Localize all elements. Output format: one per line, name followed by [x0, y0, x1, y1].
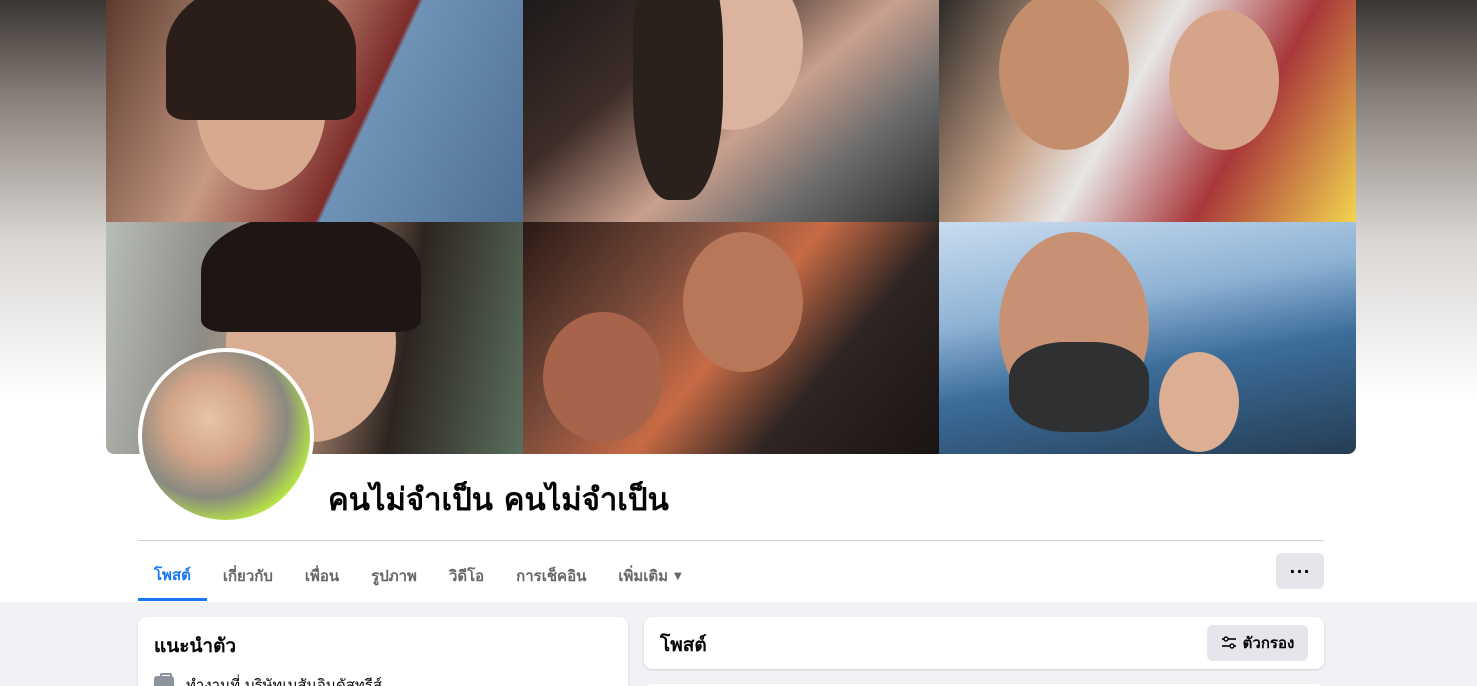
profile-picture[interactable] — [138, 348, 314, 524]
avatar — [142, 352, 310, 520]
intro-work-text: ทำงานที่ บริษัทเมสันอินดัสทรีส์ — [186, 676, 383, 686]
divider — [138, 540, 1324, 541]
profile-tabs: โพสต์ เกี่ยวกับ เพื่อน รูปภาพ วิดีโอ การ… — [138, 552, 698, 602]
posts-header-card: โพสต์ ตัวกรอง — [644, 617, 1324, 669]
briefcase-icon — [154, 673, 174, 686]
more-options-button[interactable]: ··· — [1276, 553, 1324, 589]
tab-about[interactable]: เกี่ยวกับ — [207, 552, 289, 600]
cover-photo-tile — [523, 222, 939, 454]
filter-button[interactable]: ตัวกรอง — [1207, 625, 1308, 661]
tab-more[interactable]: เพิ่มเติม ▼ — [602, 552, 697, 600]
tab-posts[interactable]: โพสต์ — [138, 552, 207, 601]
filter-icon — [1221, 636, 1236, 649]
tab-videos[interactable]: วิดีโอ — [433, 552, 500, 600]
tab-checkins[interactable]: การเช็คอิน — [500, 552, 602, 600]
tab-friends[interactable]: เพื่อน — [289, 552, 355, 600]
tab-more-label: เพิ่มเติม — [618, 567, 669, 585]
cover-photo-tile — [106, 0, 523, 222]
caret-down-icon: ▼ — [674, 570, 682, 582]
intro-title: แนะนำตัว — [154, 635, 237, 657]
cover-photo-tile — [523, 0, 939, 222]
cover-photo-tile — [939, 0, 1356, 222]
tab-photos[interactable]: รูปภาพ — [355, 552, 433, 600]
profile-name: คนไม่จำเป็น คนไม่จำเป็น — [328, 482, 669, 518]
filter-label: ตัวกรอง — [1242, 634, 1295, 652]
posts-title: โพสต์ — [660, 634, 707, 656]
cover-photo-tile — [939, 222, 1356, 454]
intro-work-item: ทำงานที่ บริษัทเมสันอินดัสทรีส์ — [154, 673, 382, 686]
intro-card: แนะนำตัว ทำงานที่ บริษัทเมสันอินดัสทรีส์ — [138, 617, 628, 686]
